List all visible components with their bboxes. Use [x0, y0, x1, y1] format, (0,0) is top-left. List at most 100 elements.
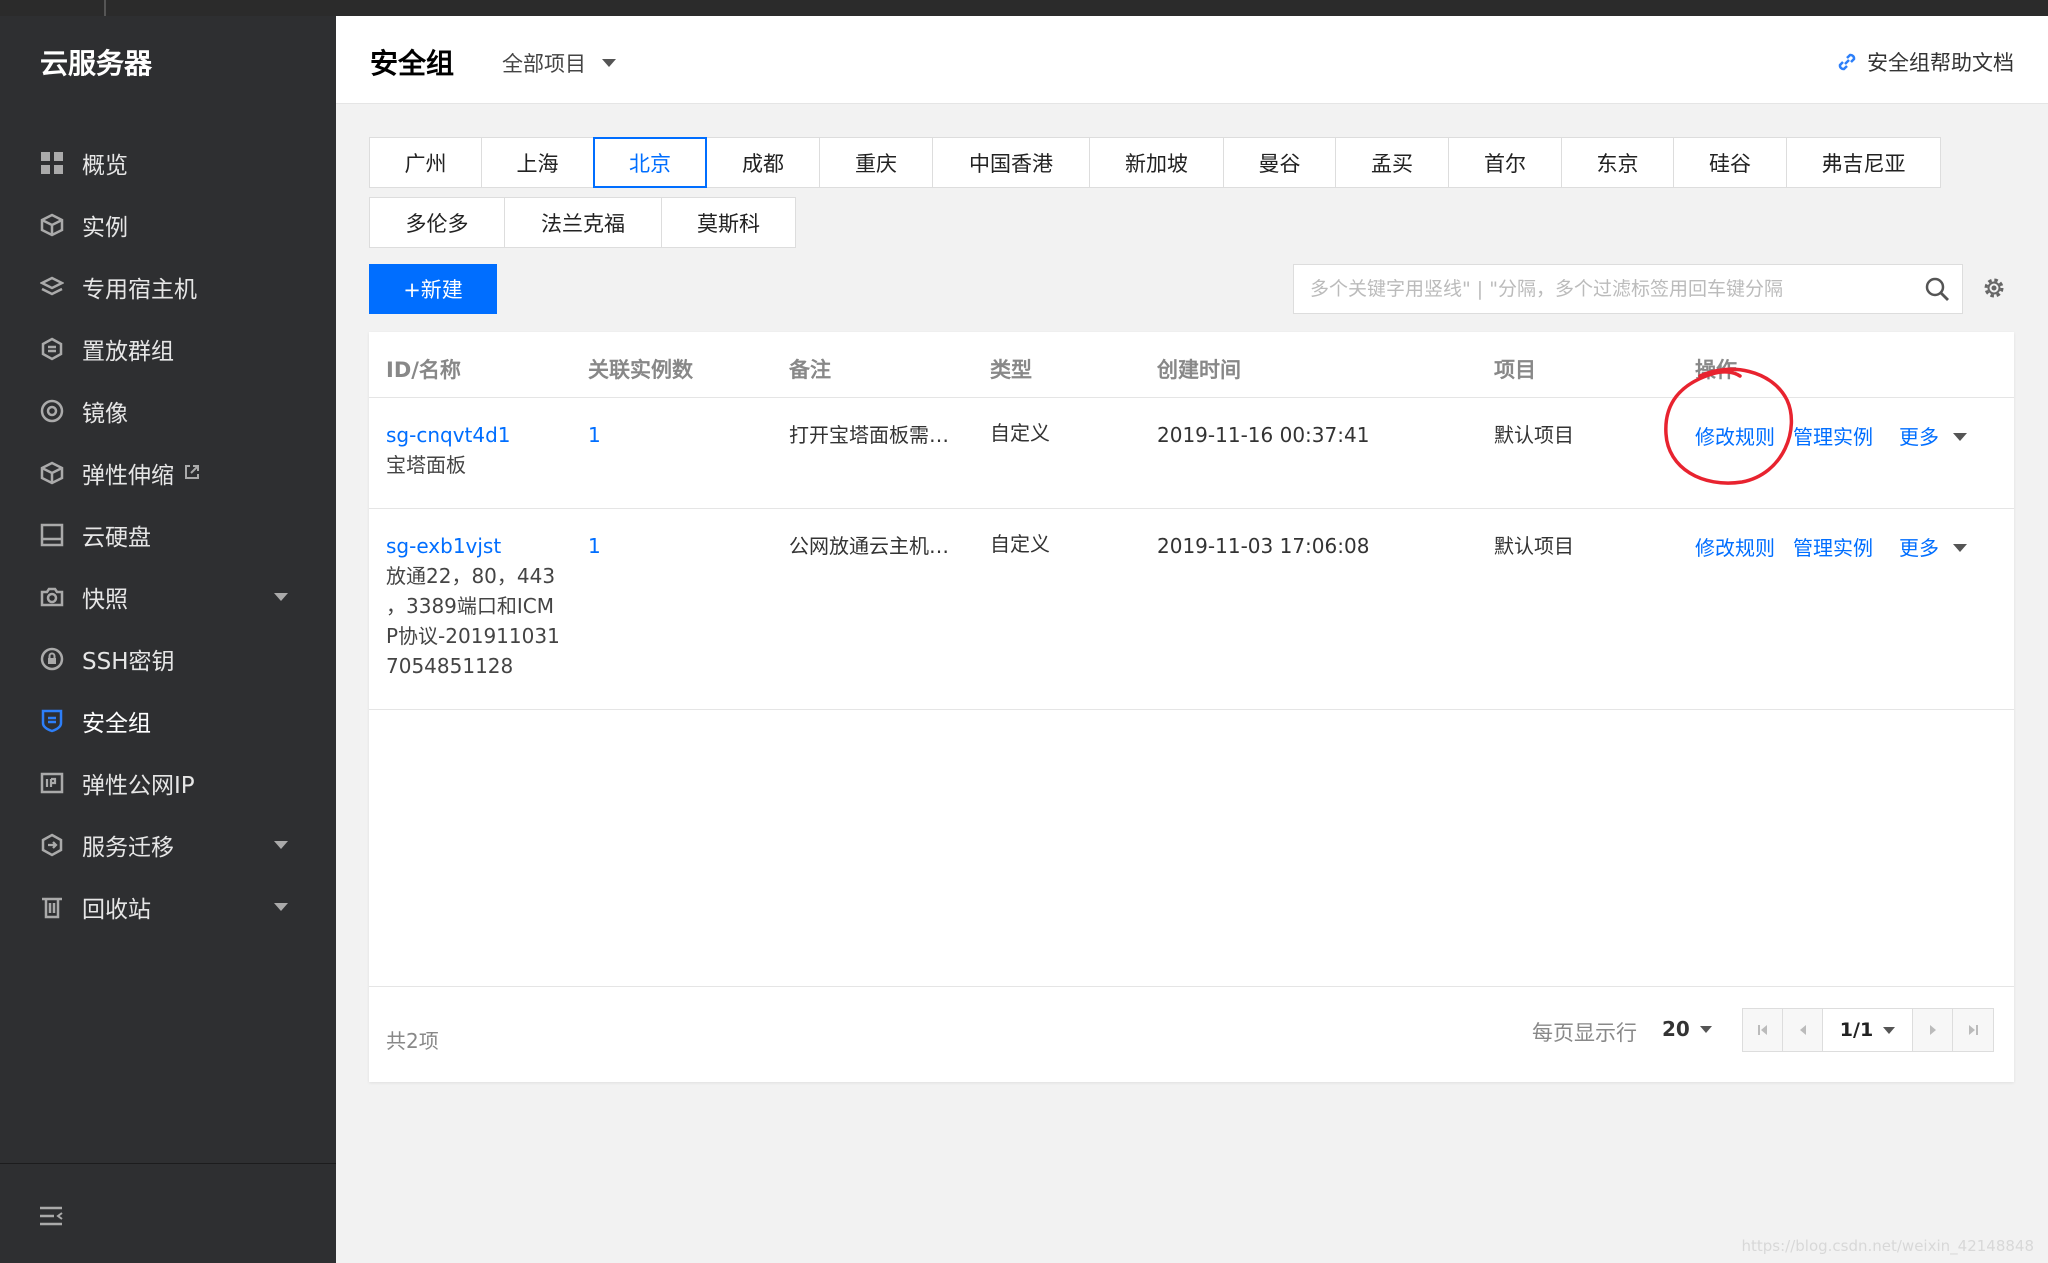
sidebar-item-images[interactable]: 镜像 [0, 380, 336, 442]
column-header-id-name: ID/名称 [386, 358, 461, 382]
search-input[interactable] [1310, 265, 1910, 313]
region-tab-shanghai[interactable]: 上海 [481, 137, 594, 188]
sidebar-brand: 云服务器 [40, 47, 153, 80]
security-group-name-line: 7054851128 [386, 654, 514, 678]
sidebar-item-label: 专用宿主机 [82, 277, 197, 303]
remark-text: 公网放通云主机… [789, 534, 949, 558]
per-page-label: 每页显示行 [1532, 1021, 1637, 1045]
instance-count-link[interactable]: 1 [588, 420, 601, 450]
security-group-name-line: 放通22，80，443 [386, 564, 556, 588]
ip-icon [38, 769, 66, 797]
sidebar-item-label: 服务迁移 [82, 835, 174, 861]
security-group-name-line: ，3389端口和ICM [386, 594, 555, 618]
more-actions-dropdown[interactable]: 更多 [1899, 422, 1967, 452]
column-header-remark: 备注 [789, 358, 831, 382]
camera-icon [38, 583, 66, 611]
sidebar-item-label: 云硬盘 [82, 525, 151, 551]
project-filter-dropdown[interactable]: 全部项目 [502, 48, 616, 78]
more-actions-label: 更多 [1899, 536, 1939, 560]
watermark: https://blog.csdn.net/weixin_42148848 [1741, 1237, 2034, 1255]
security-group-name-line: P协议-201911031 [386, 624, 560, 648]
help-doc-link[interactable]: 安全组帮助文档 [1835, 47, 2014, 77]
key-icon [38, 645, 66, 673]
first-page-button[interactable] [1743, 1009, 1783, 1051]
sidebar-divider [0, 1163, 336, 1164]
sidebar-item-overview[interactable]: 概览 [0, 132, 336, 194]
sidebar-item-snapshot[interactable]: 快照 [0, 566, 336, 628]
manage-instances-link[interactable]: 管理实例 [1793, 533, 1873, 563]
remark-text: 打开宝塔面板需… [789, 423, 949, 447]
edit-rules-link[interactable]: 修改规则 [1695, 422, 1775, 452]
region-tab-moscow[interactable]: 莫斯科 [661, 197, 796, 248]
sidebar-item-label: 置放群组 [82, 339, 174, 365]
sidebar-item-instances[interactable]: 实例 [0, 194, 336, 256]
new-security-group-button[interactable]: +新建 [369, 264, 497, 314]
search-icon[interactable] [1924, 276, 1950, 306]
region-tab-chongqing[interactable]: 重庆 [819, 137, 933, 188]
prev-page-button[interactable] [1783, 1009, 1823, 1051]
table-footer: 共2项 每页显示行 20 1/1 [369, 986, 2014, 1082]
region-tab-guangzhou[interactable]: 广州 [369, 137, 482, 188]
collapse-sidebar-icon[interactable] [38, 1204, 66, 1232]
sidebar-item-auto-scaling[interactable]: 弹性伸缩 [0, 442, 336, 504]
current-page: 1/1 [1839, 1019, 1874, 1041]
layers-icon [38, 273, 66, 301]
last-page-icon [1969, 1025, 1978, 1035]
manage-instances-link[interactable]: 管理实例 [1793, 422, 1873, 452]
column-header-type: 类型 [990, 358, 1032, 382]
sidebar-item-recycle-bin[interactable]: 回收站 [0, 876, 336, 938]
grid-icon [38, 149, 66, 177]
sidebar-item-label: 镜像 [82, 401, 128, 427]
sidebar-item-cloud-disk[interactable]: 云硬盘 [0, 504, 336, 566]
chevron-down-icon [274, 593, 288, 601]
region-tab-frankfurt[interactable]: 法兰克福 [504, 197, 662, 248]
created-time-text: 2019-11-16 00:37:41 [1157, 423, 1370, 447]
next-page-icon [1929, 1025, 1936, 1035]
chevron-down-icon [1953, 544, 1967, 552]
sidebar-item-label: 实例 [82, 215, 128, 241]
sidebar-item-label: 概览 [82, 153, 128, 179]
sidebar-item-migration[interactable]: 服务迁移 [0, 814, 336, 876]
gear-icon[interactable] [1981, 275, 2007, 305]
region-tab-singapore[interactable]: 新加坡 [1089, 137, 1224, 188]
region-tab-mumbai[interactable]: 孟买 [1335, 137, 1449, 188]
region-tab-silicon-valley[interactable]: 硅谷 [1673, 137, 1787, 188]
next-page-button[interactable] [1913, 1009, 1953, 1051]
search-box [1293, 264, 1963, 314]
type-text: 自定义 [990, 532, 1050, 556]
sidebar-item-label: SSH密钥 [82, 649, 175, 675]
chevron-down-icon [1953, 433, 1967, 441]
per-page-select[interactable]: 20 [1662, 1017, 1712, 1041]
instance-count-link[interactable]: 1 [588, 531, 601, 561]
more-actions-dropdown[interactable]: 更多 [1899, 533, 1967, 563]
edit-rules-link[interactable]: 修改规则 [1695, 533, 1775, 563]
region-tab-seoul[interactable]: 首尔 [1448, 137, 1562, 188]
sidebar-item-ssh-key[interactable]: SSH密钥 [0, 628, 336, 690]
prev-page-icon [1799, 1025, 1806, 1035]
security-group-id-link[interactable]: sg-exb1vjst [386, 531, 560, 561]
region-tab-virginia[interactable]: 弗吉尼亚 [1786, 137, 1941, 188]
page-select[interactable]: 1/1 [1823, 1009, 1913, 1051]
security-group-id-link[interactable]: sg-cnqvt4d1 [386, 420, 511, 450]
sidebar-item-dedicated-host[interactable]: 专用宿主机 [0, 256, 336, 318]
page-header: 安全组 全部项目 安全组帮助文档 [336, 16, 2048, 104]
pagination: 1/1 [1742, 1008, 1994, 1052]
chevron-down-icon [1699, 1025, 1712, 1033]
region-tab-toronto[interactable]: 多伦多 [369, 197, 505, 248]
security-group-table: ID/名称 关联实例数 备注 类型 创建时间 项目 操作 sg-cnqvt4d1… [369, 332, 2014, 1082]
sidebar-item-placement-group[interactable]: 置放群组 [0, 318, 336, 380]
group-icon [38, 335, 66, 363]
sidebar-item-elastic-ip[interactable]: 弹性公网IP [0, 752, 336, 814]
last-page-button[interactable] [1953, 1009, 1993, 1051]
type-text: 自定义 [990, 421, 1050, 445]
region-tab-tokyo[interactable]: 东京 [1561, 137, 1674, 188]
region-tab-chengdu[interactable]: 成都 [706, 137, 820, 188]
column-header-project: 项目 [1494, 358, 1536, 382]
region-tab-beijing[interactable]: 北京 [593, 137, 707, 188]
region-tab-bangkok[interactable]: 曼谷 [1223, 137, 1336, 188]
sidebar-item-label: 安全组 [82, 711, 151, 737]
first-page-icon [1757, 1025, 1767, 1035]
column-header-actions: 操作 [1695, 358, 1737, 382]
region-tab-hongkong[interactable]: 中国香港 [932, 137, 1090, 188]
sidebar-item-security-group[interactable]: 安全组 [0, 690, 336, 752]
